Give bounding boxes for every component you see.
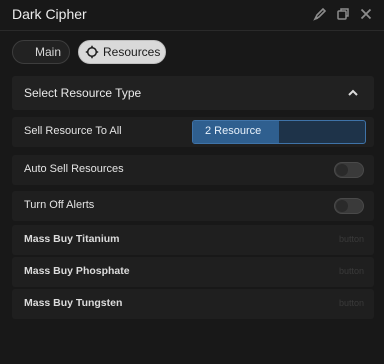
turn-off-alerts-label: Turn Off Alerts [24,199,95,211]
section-title: Select Resource Type [24,86,142,100]
title-bar: Dark Cipher [0,0,384,30]
resource-type-section-header[interactable]: Select Resource Type [12,76,374,110]
tab-main[interactable]: Main [12,40,70,64]
mass-buy-phosphate-button[interactable]: button [339,266,364,276]
turn-off-alerts-row: Turn Off Alerts [12,191,374,221]
tab-main-label: Main [34,45,61,59]
toggle-knob [336,164,348,176]
chevron-up-icon[interactable] [346,86,360,100]
mass-buy-titanium-label: Mass Buy Titanium [24,233,120,245]
restore-icon[interactable] [335,6,351,22]
window-title: Dark Cipher [12,6,87,22]
auto-sell-toggle[interactable] [334,162,364,178]
toggle-knob [336,200,348,212]
turn-off-alerts-toggle[interactable] [334,198,364,214]
mass-buy-tungsten-label: Mass Buy Tungsten [24,297,123,309]
title-divider [0,30,384,31]
mass-buy-tungsten-button[interactable]: button [339,298,364,308]
mass-buy-titanium-row: Mass Buy Titanium button [12,225,374,255]
mass-buy-phosphate-row: Mass Buy Phosphate button [12,257,374,287]
auto-sell-row: Auto Sell Resources [12,155,374,185]
auto-sell-label: Auto Sell Resources [24,163,124,175]
app-window: Dark Cipher Main Resources Select Resour… [0,0,384,364]
pencil-icon[interactable] [312,6,328,22]
sell-resource-row: Sell Resource To All 2 Resource [12,117,374,147]
mass-buy-phosphate-label: Mass Buy Phosphate [24,265,130,277]
mass-buy-tungsten-row: Mass Buy Tungsten button [12,289,374,319]
resource-count-dropdown[interactable]: 2 Resource [192,120,366,144]
sell-resource-label: Sell Resource To All [24,125,122,137]
tab-resources-label: Resources [103,45,161,59]
mass-buy-titanium-button[interactable]: button [339,234,364,244]
target-icon [85,45,99,59]
dropdown-value: 2 Resource [205,125,262,137]
close-icon[interactable] [358,6,374,22]
tab-resources[interactable]: Resources [78,40,166,64]
